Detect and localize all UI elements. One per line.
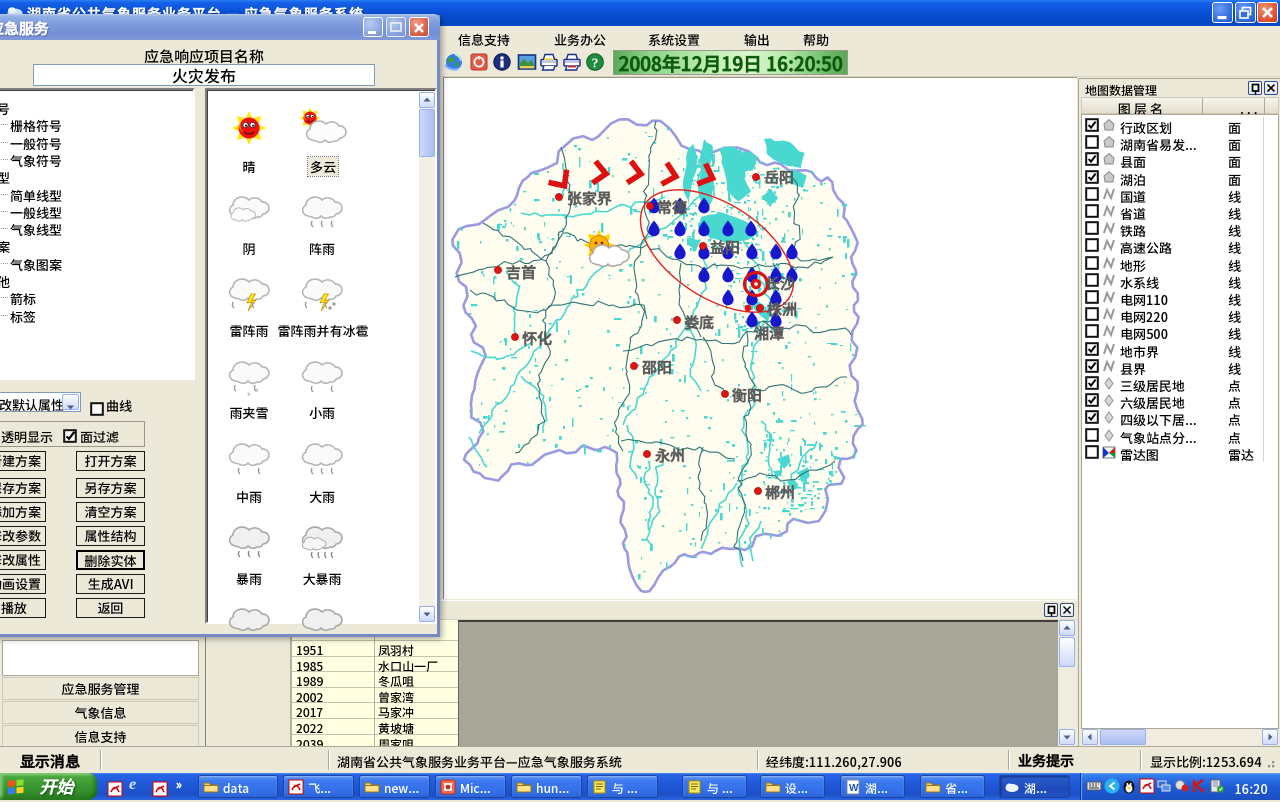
svg-text:?: ? xyxy=(592,57,599,72)
svg-text:张家界: 张家界 xyxy=(567,188,612,209)
svg-text:永州: 永州 xyxy=(654,445,685,466)
svg-text:郴州: 郴州 xyxy=(765,482,795,503)
svg-text:益阳: 益阳 xyxy=(710,237,740,258)
svg-text:长沙: 长沙 xyxy=(765,273,795,294)
svg-text:衡阳: 衡阳 xyxy=(731,385,762,406)
svg-text:株洲: 株洲 xyxy=(767,299,797,320)
svg-text:常德: 常德 xyxy=(657,197,688,218)
svg-text:*: * xyxy=(255,385,259,398)
svg-text:吉首: 吉首 xyxy=(506,262,536,283)
svg-text:W: W xyxy=(849,783,859,794)
svg-text:娄底: 娄底 xyxy=(684,312,714,333)
svg-text:岳阳: 岳阳 xyxy=(764,167,794,188)
svg-text:怀化: 怀化 xyxy=(522,328,552,349)
svg-text:邵阳: 邵阳 xyxy=(641,357,672,378)
svg-text:湘潭: 湘潭 xyxy=(754,323,784,344)
svg-text:*: * xyxy=(247,389,251,402)
